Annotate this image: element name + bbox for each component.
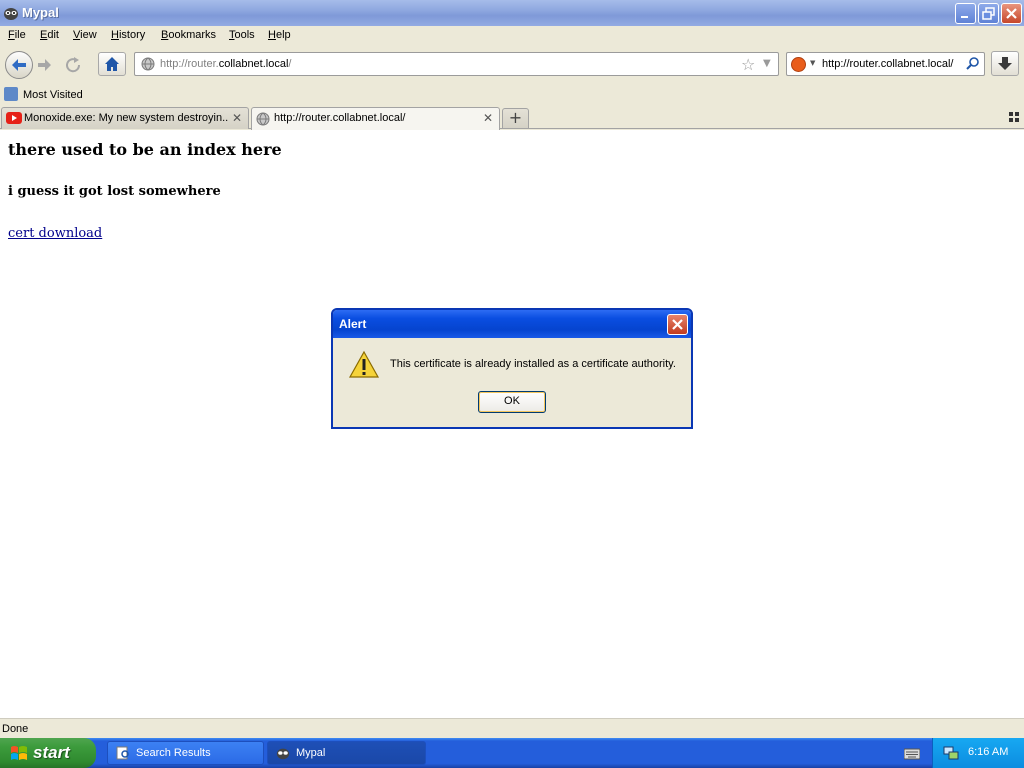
search-engine-icon[interactable] — [791, 57, 806, 72]
url-dropdown-icon[interactable]: ▼ — [763, 58, 771, 69]
dialog-title: Alert — [339, 317, 367, 331]
system-tray: 6:16 AM — [932, 738, 1024, 768]
downloads-button[interactable] — [991, 51, 1019, 76]
cert-download-link[interactable]: cert download — [8, 226, 102, 241]
close-icon — [672, 319, 683, 330]
minimize-button[interactable] — [955, 3, 976, 24]
tab-strip: Monoxide.exe: My new system destroyin...… — [0, 105, 1024, 130]
clock: 6:16 AM — [968, 746, 1009, 758]
restore-icon — [982, 7, 995, 20]
window-titlebar[interactable]: Mypal — [0, 0, 1024, 26]
menu-edit[interactable]: Edit — [40, 29, 59, 41]
menu-file[interactable]: File — [8, 29, 26, 41]
status-bar: Done — [0, 718, 1024, 738]
bookmark-star-icon[interactable]: ☆ — [741, 55, 755, 74]
url-text: http://router.collabnet.local/ — [160, 58, 291, 70]
window-title: Mypal — [22, 5, 59, 20]
new-tab-button[interactable]: + — [502, 108, 529, 129]
mypal-icon — [276, 748, 290, 760]
home-button[interactable] — [98, 52, 126, 76]
search-bar[interactable]: ▼ http://router.collabnet.local/ — [786, 52, 985, 76]
taskbar-item-search-results[interactable]: Search Results — [107, 741, 264, 765]
tab-label: Monoxide.exe: My new system destroyin... — [24, 112, 229, 124]
tab-monoxide[interactable]: Monoxide.exe: My new system destroyin...… — [1, 107, 249, 129]
url-bar[interactable]: http://router.collabnet.local/ ☆ ▼ — [134, 52, 779, 76]
tab-list-icon[interactable] — [1009, 112, 1019, 122]
back-button[interactable] — [5, 51, 33, 79]
alert-dialog: Alert This certificate is already instal… — [331, 308, 693, 429]
home-icon — [105, 57, 119, 71]
reload-icon — [66, 57, 81, 73]
page-heading: there used to be an index here — [8, 140, 282, 159]
menu-tools[interactable]: Tools — [229, 29, 255, 41]
menu-history[interactable]: History — [111, 29, 145, 41]
bookmarks-toolbar: Most Visited — [0, 84, 1024, 105]
forward-arrow-icon — [38, 59, 51, 71]
taskbar-item-label: Mypal — [296, 747, 326, 759]
menu-help[interactable]: Help — [268, 29, 291, 41]
tab-router[interactable]: http://router.collabnet.local/ ✕ — [251, 107, 500, 130]
youtube-icon — [6, 112, 22, 124]
minimize-icon — [961, 16, 968, 18]
keyboard-icon[interactable] — [904, 746, 920, 760]
warning-icon — [348, 350, 380, 378]
search-engine-dropdown-icon[interactable]: ▼ — [810, 59, 815, 67]
url-scheme: http://router. — [160, 58, 219, 70]
page-subheading: i guess it got lost somewhere — [8, 184, 221, 199]
dialog-message: This certificate is already installed as… — [390, 358, 676, 370]
start-label: start — [33, 743, 70, 762]
plus-icon: + — [508, 108, 523, 127]
most-visited-icon — [4, 87, 18, 101]
status-text: Done — [2, 723, 29, 735]
ok-button[interactable]: OK — [478, 391, 546, 413]
dialog-titlebar[interactable]: Alert — [333, 310, 691, 338]
back-arrow-icon — [12, 59, 26, 71]
network-icon[interactable] — [943, 745, 959, 761]
menu-view[interactable]: View — [73, 29, 97, 41]
globe-icon — [256, 112, 270, 126]
globe-icon — [141, 57, 155, 71]
menu-bar: File Edit View History Bookmarks Tools H… — [0, 26, 1024, 46]
restore-button[interactable] — [978, 3, 999, 24]
tab-label: http://router.collabnet.local/ — [274, 112, 406, 124]
search-results-icon — [116, 746, 129, 760]
bookmark-most-visited[interactable]: Most Visited — [23, 89, 83, 101]
dialog-close-button[interactable] — [667, 314, 688, 335]
taskbar-item-label: Search Results — [136, 747, 211, 759]
navigation-toolbar: http://router.collabnet.local/ ☆ ▼ ▼ htt… — [0, 46, 1024, 84]
windows-logo-icon — [11, 746, 27, 760]
reload-button[interactable] — [62, 54, 88, 76]
forward-button[interactable] — [33, 54, 59, 76]
start-button[interactable]: start — [0, 738, 96, 768]
close-tab-icon[interactable]: ✕ — [232, 111, 242, 125]
taskbar-item-mypal[interactable]: Mypal — [267, 741, 426, 765]
mypal-icon — [4, 8, 18, 20]
url-host: collabnet.local — [218, 58, 289, 70]
download-arrow-icon — [998, 57, 1012, 70]
close-icon — [1006, 8, 1017, 19]
url-path: / — [288, 58, 292, 70]
close-tab-icon[interactable]: ✕ — [483, 111, 493, 125]
menu-bookmarks[interactable]: Bookmarks — [161, 29, 216, 41]
taskbar: start Search Results Mypal 6:16 AM — [0, 738, 1024, 768]
close-window-button[interactable] — [1001, 3, 1022, 24]
search-icon[interactable] — [965, 56, 981, 72]
search-input[interactable]: http://router.collabnet.local/ — [822, 58, 953, 70]
